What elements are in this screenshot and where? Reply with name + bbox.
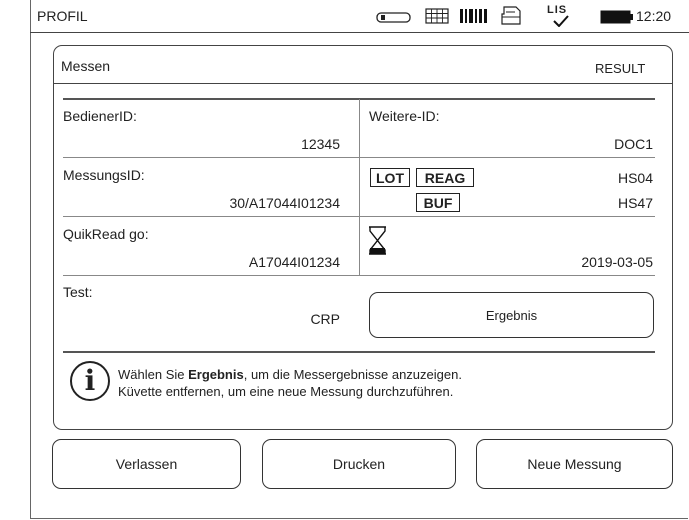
panel-title: Messen [61, 58, 111, 74]
info-line-1-post: , um die Messergebnisse anzuzeigen. [243, 367, 462, 382]
panel-header-divider [53, 83, 673, 84]
print-button[interactable]: Drucken [262, 439, 456, 489]
new-measurement-button[interactable]: Neue Messung [476, 439, 673, 489]
hourglass-icon [369, 226, 386, 255]
lis-check-icon: LIS [547, 4, 573, 28]
barcode-icon [460, 9, 487, 23]
other-id-label: Weitere-ID: [369, 108, 440, 124]
result-button[interactable]: Ergebnis [369, 292, 654, 338]
cuvette-icon [376, 12, 411, 23]
reagent-label: REAG [416, 168, 474, 187]
instrument-label: QuikRead go: [63, 226, 149, 242]
mode-label: RESULT [595, 61, 646, 76]
instrument-serial-value: A17044I01234 [248, 254, 340, 270]
reagent-value: HS04 [617, 170, 653, 186]
test-label: Test: [63, 284, 93, 300]
grid-line-3 [63, 275, 655, 276]
info-line-1-pre: Wählen Sie [118, 367, 189, 382]
grid-line-2 [63, 216, 655, 217]
status-bar-divider [30, 32, 689, 33]
grid-center-line [359, 99, 360, 275]
info-line-1: Wählen Sie Ergebnis, um die Messergebnis… [118, 367, 462, 382]
lot-label: LOT [370, 168, 410, 187]
info-icon: i [70, 361, 110, 401]
exit-button[interactable]: Verlassen [52, 439, 241, 489]
measurement-id-value: 30/A17044I01234 [229, 195, 340, 211]
info-line-2: Küvette entfernen, um eine neue Messung … [118, 384, 454, 399]
expiry-date-value: 2019-03-05 [581, 254, 653, 270]
buffer-value: HS47 [617, 195, 653, 211]
printer-icon [501, 6, 521, 25]
grid-line-1 [63, 157, 655, 158]
measurement-id-label: MessungsID: [63, 167, 145, 183]
info-divider [63, 351, 655, 353]
operator-id-label: BedienerID: [63, 108, 137, 124]
test-value: CRP [310, 311, 340, 327]
screen-title: PROFIL [37, 8, 88, 24]
battery-icon [600, 10, 633, 24]
other-id-value: DOC1 [614, 136, 653, 152]
clock: 12:20 [636, 8, 672, 24]
keypad-icon [425, 8, 449, 24]
info-line-1-bold: Ergebnis [188, 367, 244, 382]
operator-id-value: 12345 [301, 136, 340, 152]
buffer-label: BUF [416, 193, 460, 212]
